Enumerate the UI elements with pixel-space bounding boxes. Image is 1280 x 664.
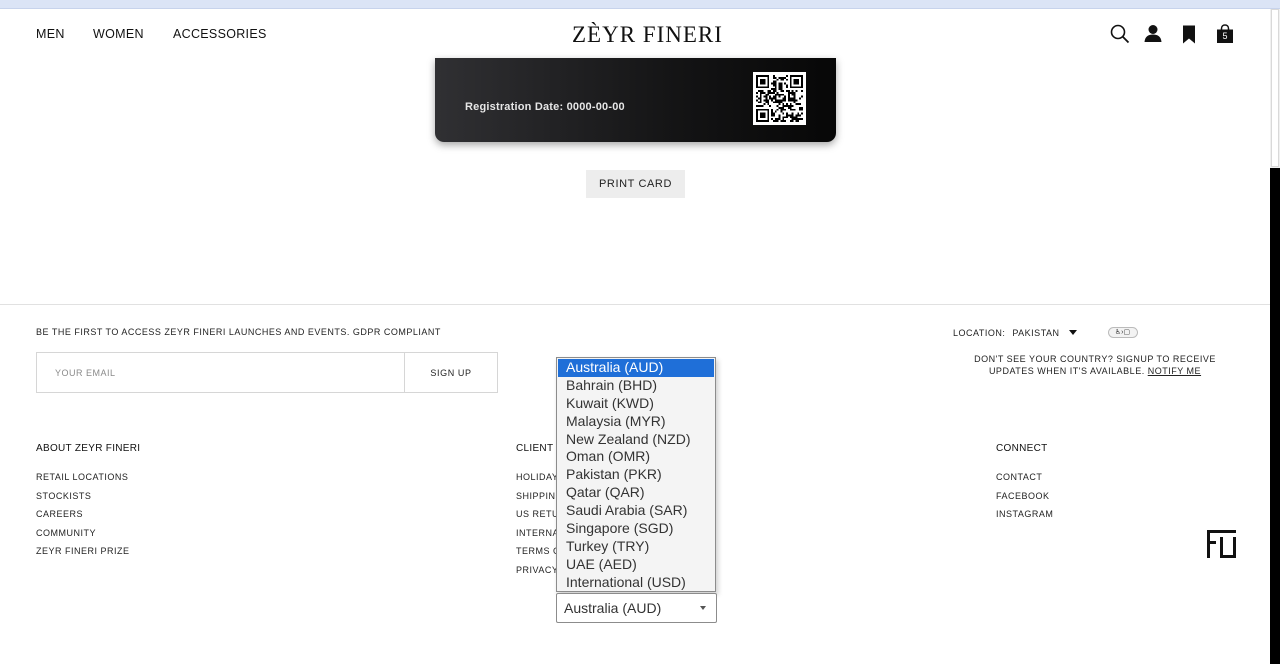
connect-heading: CONNECT (996, 443, 1048, 454)
newsletter-text: BE THE FIRST TO ACCESS ZEYR FINERI LAUNC… (36, 327, 441, 337)
shopping-bag-icon[interactable]: 5 (1214, 23, 1236, 45)
qr-code-icon (753, 72, 806, 125)
chevron-down-icon (700, 606, 706, 610)
user-icon[interactable] (1142, 23, 1164, 45)
client-heading: CLIENT (516, 443, 554, 454)
prize-link[interactable]: ZEYR FINERI PRIZE (36, 546, 130, 565)
currency-option-myr[interactable]: Malaysia (MYR) (558, 413, 714, 431)
currency-option-kwd[interactable]: Kuwait (KWD) (558, 395, 714, 413)
stockists-link[interactable]: STOCKISTS (36, 491, 130, 510)
scrollbar-dark-area (1270, 168, 1280, 664)
currency-option-qar[interactable]: Qatar (QAR) (558, 484, 714, 502)
facebook-link[interactable]: FACEBOOK (996, 491, 1053, 510)
community-link[interactable]: COMMUNITY (36, 528, 130, 547)
currency-option-aud[interactable]: Australia (AUD) (558, 359, 714, 377)
site-header: MEN WOMEN ACCESSORIES ZÈYR FINERI 5 (0, 9, 1270, 60)
membership-card: Registration Date: 0000-00-00 (435, 58, 836, 142)
contact-link[interactable]: CONTACT (996, 472, 1053, 491)
currency-option-sar[interactable]: Saudi Arabia (SAR) (558, 502, 714, 520)
currency-dropdown-list: Australia (AUD) Bahrain (BHD) Kuwait (KW… (556, 357, 716, 592)
country-notify: DON'T SEE YOUR COUNTRY? SIGNUP TO RECEIV… (950, 353, 1240, 377)
location-label: LOCATION: (953, 327, 1006, 338)
accessibility-icon[interactable]: ♿›▢ (1107, 327, 1138, 338)
registration-date: Registration Date: 0000-00-00 (465, 101, 625, 113)
nav-accessories[interactable]: ACCESSORIES (173, 27, 267, 41)
search-icon[interactable] (1109, 23, 1131, 45)
newsletter-form: SIGN UP (36, 352, 498, 393)
currency-option-nzd[interactable]: New Zealand (NZD) (558, 431, 714, 449)
about-links: RETAIL LOCATIONS STOCKISTS CAREERS COMMU… (36, 472, 130, 565)
browser-top-strip (0, 0, 1280, 9)
currency-option-try[interactable]: Turkey (TRY) (558, 538, 714, 556)
nav-women[interactable]: WOMEN (93, 27, 144, 41)
nav-men[interactable]: MEN (36, 27, 65, 41)
currency-select[interactable]: Australia (AUD) (556, 593, 717, 623)
currency-select-value: Australia (AUD) (564, 600, 662, 616)
retail-locations-link[interactable]: RETAIL LOCATIONS (36, 472, 130, 491)
location-selector: LOCATION: PAKISTAN ♿›▢ (953, 327, 1138, 338)
bookmark-icon[interactable] (1178, 23, 1200, 45)
currency-option-bhd[interactable]: Bahrain (BHD) (558, 377, 714, 395)
scrollbar-thumb[interactable] (1271, 9, 1279, 167)
currency-option-usd[interactable]: International (USD) (558, 574, 714, 592)
about-heading: ABOUT ZEYR FINERI (36, 443, 141, 454)
footer-divider (0, 304, 1270, 305)
location-value[interactable]: PAKISTAN (1012, 328, 1059, 338)
instagram-link[interactable]: INSTAGRAM (996, 509, 1053, 528)
cart-count-badge: 5 (1222, 31, 1228, 41)
notify-me-link[interactable]: NOTIFY ME (1148, 366, 1201, 376)
sign-up-button[interactable]: SIGN UP (404, 353, 497, 392)
currency-option-pkr[interactable]: Pakistan (PKR) (558, 466, 714, 484)
careers-link[interactable]: CAREERS (36, 509, 130, 528)
currency-option-sgd[interactable]: Singapore (SGD) (558, 520, 714, 538)
chevron-down-icon[interactable] (1068, 330, 1077, 335)
print-card-button[interactable]: PRINT CARD (586, 170, 685, 198)
connect-links: CONTACT FACEBOOK INSTAGRAM (996, 472, 1053, 528)
currency-option-aed[interactable]: UAE (AED) (558, 556, 714, 574)
email-input[interactable] (37, 353, 404, 392)
brand-monogram-icon (1207, 530, 1236, 558)
site-logo[interactable]: ZÈYR FINERI (572, 22, 723, 48)
currency-option-omr[interactable]: Oman (OMR) (558, 448, 714, 466)
